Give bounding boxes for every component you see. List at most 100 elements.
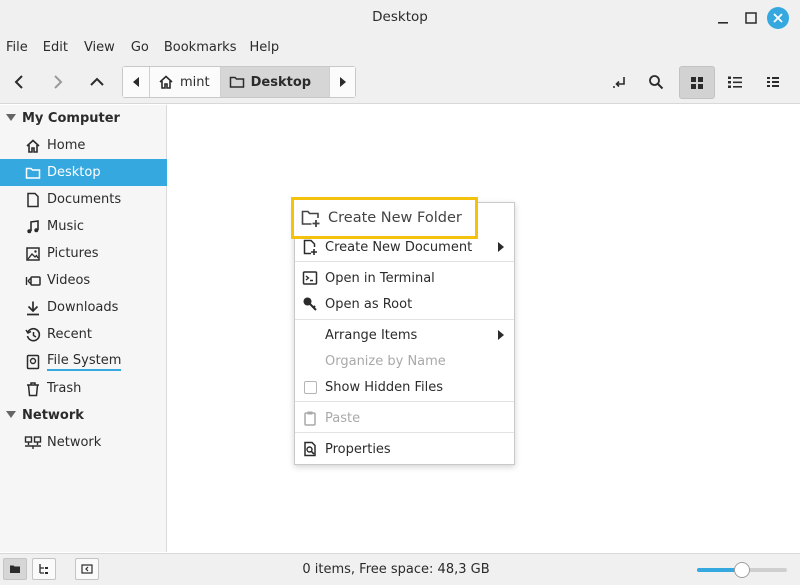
folder-icon (25, 167, 41, 179)
context-menu: Create New Document Open in Terminal Ope… (294, 202, 515, 465)
menu-item-properties[interactable]: Properties (295, 436, 514, 462)
menu-item-organize-by-name: Organize by Name (295, 348, 514, 374)
zoom-slider-handle[interactable] (734, 562, 750, 578)
path-segment-home-label: mint (180, 74, 210, 90)
maximize-button[interactable] (740, 7, 762, 29)
sidebar-item-pictures[interactable]: Pictures (0, 240, 167, 267)
menu-edit[interactable]: Edit (43, 36, 68, 60)
sidebar-item-label: Desktop (47, 165, 101, 180)
sidebar-item-label: Trash (47, 381, 82, 396)
path-segment-desktop-label: Desktop (250, 74, 312, 90)
sidebar-item-label: Documents (47, 192, 122, 207)
location-entry-icon (613, 77, 625, 88)
sidebar: My Computer Home Desktop Documents Music… (0, 105, 167, 552)
history-icon (25, 327, 41, 341)
sidebar-item-label: Recent (47, 327, 92, 342)
menu-help[interactable]: Help (249, 36, 279, 60)
sidebar-item-label: Home (47, 138, 86, 153)
sidebar-section-header: Network (22, 407, 84, 423)
sidebar-item-documents[interactable]: Documents (0, 186, 167, 213)
close-icon (773, 13, 783, 23)
home-icon (159, 75, 173, 89)
menu-go[interactable]: Go (131, 36, 149, 60)
path-scroll-right[interactable] (329, 67, 356, 97)
search-icon (649, 75, 664, 90)
zoom-slider[interactable] (697, 562, 787, 578)
menu-item-create-new-folder[interactable]: Create New Folder (291, 197, 478, 239)
toggle-location-entry-button[interactable] (603, 66, 635, 98)
toolbar: mint Desktop (0, 60, 800, 104)
checkbox-unchecked-icon[interactable] (303, 380, 317, 394)
document-icon (27, 192, 39, 207)
maximize-icon (745, 12, 757, 24)
back-button[interactable] (3, 66, 35, 98)
sidebar-item-file-system[interactable]: File System (0, 348, 167, 375)
compact-view-button[interactable] (757, 66, 789, 98)
icon-view-button[interactable] (679, 66, 715, 99)
path-bar: mint Desktop (122, 66, 357, 98)
sidebar-item-music[interactable]: Music (0, 213, 167, 240)
sidebar-item-home[interactable]: Home (0, 132, 167, 159)
download-icon (27, 301, 39, 315)
menu-item-arrange-items[interactable]: Arrange Items (295, 322, 514, 348)
clipboard-icon (304, 411, 316, 426)
title-bar: Desktop (0, 0, 800, 36)
video-icon (25, 275, 41, 286)
new-document-icon (303, 239, 317, 255)
drive-icon (26, 354, 40, 369)
menu-bookmarks[interactable]: Bookmarks (164, 36, 237, 60)
sidebar-item-recent[interactable]: Recent (0, 321, 167, 348)
sidebar-item-videos[interactable]: Videos (0, 267, 167, 294)
menu-item-open-as-root[interactable]: Open as Root (295, 291, 514, 317)
window-title: Desktop (372, 9, 428, 25)
menu-separator (295, 401, 514, 402)
sidebar-item-label: Videos (47, 273, 91, 288)
triangle-left-icon (133, 77, 139, 87)
minimize-icon (718, 22, 728, 24)
sidebar-item-label: File System (47, 353, 122, 371)
grid-view-icon (691, 76, 703, 89)
sidebar-item-label: Music (47, 219, 84, 234)
sidebar-item-desktop[interactable]: Desktop (0, 159, 167, 186)
menu-item-show-hidden-files[interactable]: Show Hidden Files (295, 374, 514, 400)
status-bar: 0 items, Free space: 48,3 GB (0, 553, 800, 585)
picture-icon (26, 246, 40, 261)
chevron-up-icon (90, 77, 104, 86)
trash-icon (27, 381, 39, 396)
expander-down-icon (6, 114, 16, 121)
forward-button[interactable] (42, 66, 74, 98)
menu-separator (295, 261, 514, 262)
sidebar-item-label: Pictures (47, 246, 99, 261)
sidebar-item-trash[interactable]: Trash (0, 375, 167, 402)
sidebar-item-network[interactable]: Network (0, 429, 167, 456)
menu-view[interactable]: View (84, 36, 115, 60)
minimize-button[interactable] (712, 7, 734, 29)
sidebar-section-my-computer[interactable]: My Computer (0, 105, 167, 131)
up-button[interactable] (81, 66, 113, 98)
network-icon (24, 435, 42, 449)
list-view-button[interactable] (719, 66, 751, 98)
status-text: 0 items, Free space: 48,3 GB (302, 562, 490, 577)
close-button[interactable] (767, 7, 789, 29)
menu-item-label: Paste (325, 410, 361, 426)
key-icon (303, 297, 317, 311)
menu-item-label: Show Hidden Files (325, 379, 443, 395)
menu-item-label: Arrange Items (325, 327, 418, 343)
path-segment-desktop[interactable]: Desktop (219, 67, 330, 97)
music-icon (27, 219, 39, 233)
path-scroll-left[interactable] (123, 67, 149, 97)
sidebar-section-network[interactable]: Network (0, 402, 167, 428)
menu-item-open-in-terminal[interactable]: Open in Terminal (295, 265, 514, 291)
home-icon (26, 138, 40, 153)
menu-separator (295, 319, 514, 320)
search-button[interactable] (640, 66, 672, 98)
sidebar-item-downloads[interactable]: Downloads (0, 294, 167, 321)
menu-item-label: Open as Root (325, 296, 413, 312)
menu-item-paste: Paste (295, 405, 514, 431)
submenu-arrow-icon (498, 242, 504, 252)
properties-icon (304, 441, 316, 457)
menu-separator (295, 432, 514, 433)
path-segment-home[interactable]: mint (149, 67, 220, 97)
menu-item-label: Create New Folder (328, 210, 462, 226)
menu-file[interactable]: File (6, 36, 28, 60)
